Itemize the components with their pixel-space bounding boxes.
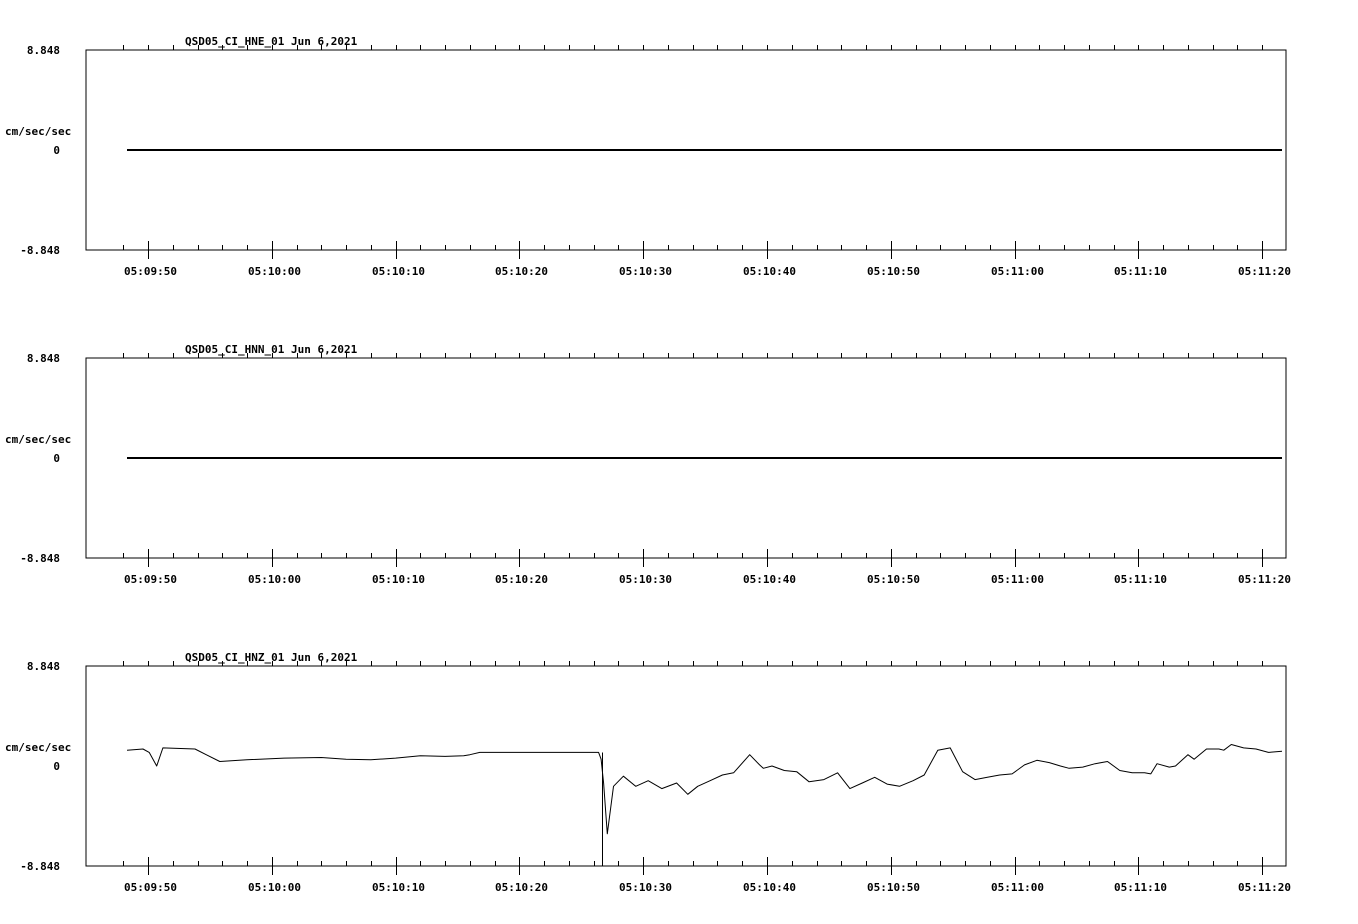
- x-tick-label: 05:10:40: [743, 573, 796, 586]
- x-tick-label: 05:11:00: [991, 881, 1044, 894]
- x-tick-label: 05:10:10: [372, 881, 425, 894]
- x-tick-label: 05:10:50: [867, 573, 920, 586]
- y-axis-label: cm/sec/sec: [5, 741, 71, 754]
- y-tick-label: 0: [53, 144, 60, 157]
- seismogram-figure: QSD05_CI_HNE_01 Jun 6,2021 8.848 0 -8.848 cm…: [5, 35, 1291, 894]
- y-axis-label: cm/sec/sec: [5, 433, 71, 446]
- y-tick-label: -8.848: [20, 244, 60, 257]
- x-tick-label: 05:10:30: [619, 265, 672, 278]
- x-tick-label: 05:09:50: [124, 881, 177, 894]
- x-tick-label: 05:10:50: [867, 881, 920, 894]
- x-tick-label: 05:11:10: [1114, 881, 1167, 894]
- x-tick-label: 05:10:10: [372, 573, 425, 586]
- chart-title: QSD05_CI_HNE_01 Jun 6,2021: [185, 35, 358, 48]
- chart-panel-1: QSD05_CI_HNE_01 Jun 6,2021 8.848 0 -8.848 cm…: [5, 35, 1291, 278]
- x-tick-label: 05:11:00: [991, 573, 1044, 586]
- y-tick-label: -8.848: [20, 860, 60, 873]
- x-tick-label: 05:09:50: [124, 265, 177, 278]
- x-tick-label: 05:10:00: [248, 573, 301, 586]
- x-tick-label: 05:10:20: [495, 265, 548, 278]
- x-tick-label: 05:10:40: [743, 881, 796, 894]
- chart-title: QSD05_CI_HNZ_01 Jun 6,2021: [185, 651, 358, 664]
- plot-frame: [85, 665, 1287, 867]
- chart-title: QSD05_CI_HNN_01 Jun 6,2021: [185, 343, 358, 356]
- chart-panel-2: QSD05_CI_HNN_01 Jun 6,2021 8.848 0 -8.848 cm…: [5, 343, 1291, 586]
- y-tick-label: 0: [53, 452, 60, 465]
- waveform-series-1: [126, 744, 1283, 835]
- x-tick-label: 05:11:20: [1238, 881, 1291, 894]
- x-tick-label: 05:10:50: [867, 265, 920, 278]
- x-tick-label: 05:10:10: [372, 265, 425, 278]
- x-tick-label: 05:11:20: [1238, 265, 1291, 278]
- chart-panel-3: QSD05_CI_HNZ_01 Jun 6,2021 8.848 0 -8.848 cm…: [5, 651, 1291, 894]
- y-tick-label: -8.848: [20, 552, 60, 565]
- x-tick-label: 05:10:30: [619, 573, 672, 586]
- y-tick-label: 8.848: [27, 44, 60, 57]
- x-tick-label: 05:10:40: [743, 265, 796, 278]
- y-axis-label: cm/sec/sec: [5, 125, 71, 138]
- x-tick-label: 05:10:00: [248, 265, 301, 278]
- x-tick-label: 05:11:10: [1114, 573, 1167, 586]
- y-tick-label: 8.848: [27, 352, 60, 365]
- x-tick-label: 05:10:20: [495, 573, 548, 586]
- x-tick-label: 05:10:20: [495, 881, 548, 894]
- x-tick-label: 05:11:00: [991, 265, 1044, 278]
- y-tick-label: 8.848: [27, 660, 60, 673]
- x-tick-label: 05:11:20: [1238, 573, 1291, 586]
- x-tick-label: 05:09:50: [124, 573, 177, 586]
- x-tick-label: 05:11:10: [1114, 265, 1167, 278]
- y-tick-label: 0: [53, 760, 60, 773]
- x-tick-label: 05:10:30: [619, 881, 672, 894]
- x-tick-label: 05:10:00: [248, 881, 301, 894]
